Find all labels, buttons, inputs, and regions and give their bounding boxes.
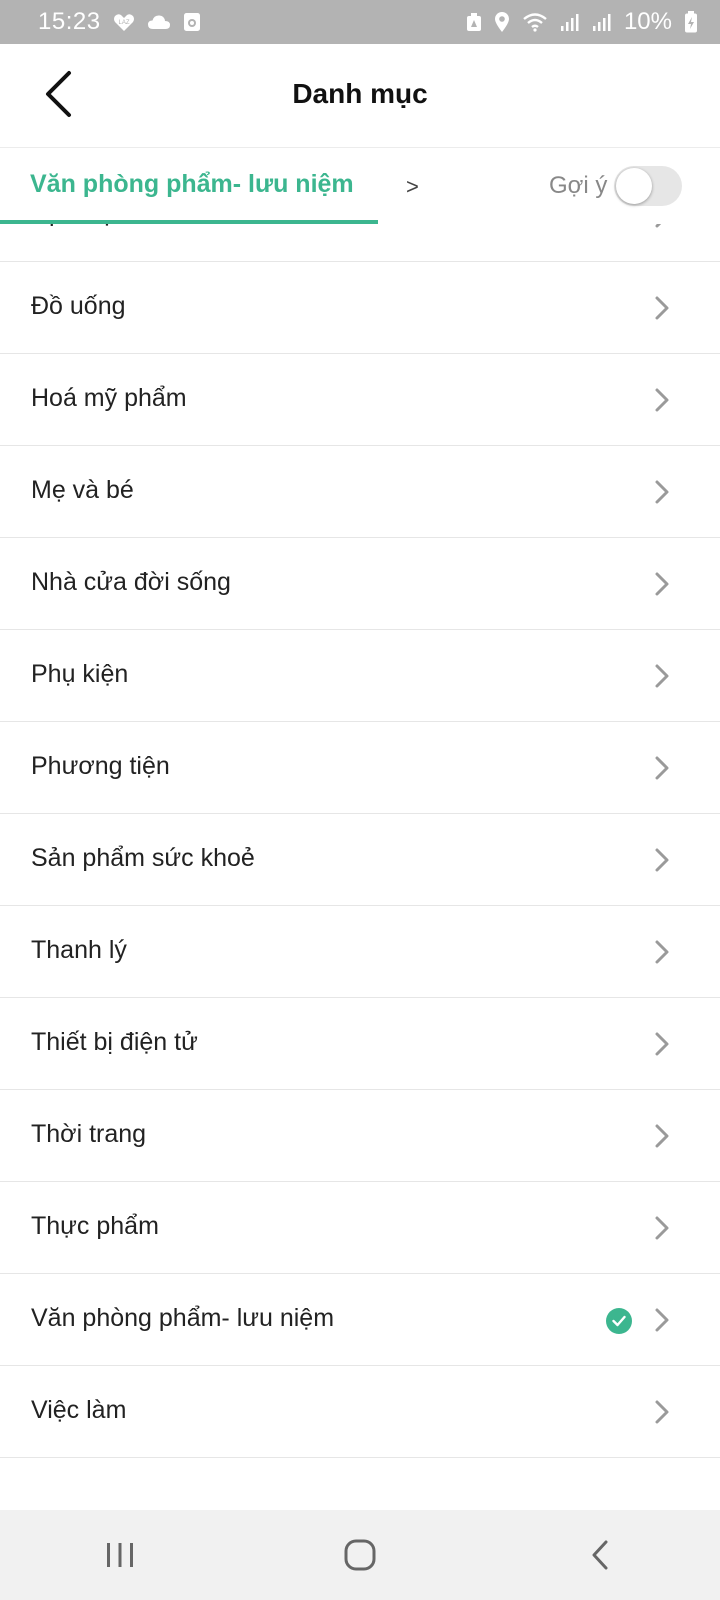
category-item[interactable]: Sản phẩm sức khoẻ [0,814,720,906]
category-item[interactable]: Hoá mỹ phẩm [0,354,720,446]
back-icon [592,1540,608,1570]
breadcrumb: Văn phòng phẩm- lưu niệm > Gợi ý [0,148,720,224]
signal-icon [560,12,580,32]
category-item[interactable]: Dịch vụ [0,224,720,262]
category-label: Sản phẩm sức khoẻ [31,844,255,872]
category-label: Thời trang [31,1120,147,1148]
suggest-toggle-knob [616,168,652,204]
chevron-right-icon [652,846,672,874]
status-right: 10% [466,8,698,36]
battery-charging-icon [684,11,698,33]
chevron-right-icon [652,938,672,966]
category-label: Thiết bị điện tử [31,1028,198,1056]
chevron-right-icon [652,1214,672,1242]
category-label: Phương tiện [31,752,170,780]
category-item[interactable]: Mẹ và bé [0,446,720,538]
chevron-right-icon [652,224,672,230]
chevron-right-icon [652,754,672,782]
category-item[interactable]: Thực phẩm [0,1182,720,1274]
chevron-right-icon [652,386,672,414]
home-button[interactable] [320,1525,400,1585]
chevron-right-icon [652,478,672,506]
category-label: Việc làm [31,1396,127,1424]
category-item[interactable]: Việc làm [0,1366,720,1458]
home-icon [344,1539,376,1571]
lazada-icon: LAZ [113,12,135,32]
signal-icon [592,12,612,32]
category-list-viewport[interactable]: Dịch vụ Đồ uống Hoá mỹ phẩm Mẹ và bé Nhà cửa… [0,224,720,1510]
category-list: Dịch vụ Đồ uống Hoá mỹ phẩm Mẹ và bé Nhà cửa… [0,224,720,1458]
app-header: Danh mục [0,44,720,148]
suggest-label: Gợi ý [549,172,608,199]
category-label: Nhà cửa đời sống [31,568,231,596]
chevron-right-icon [652,1398,672,1426]
system-nav-bar [0,1510,720,1600]
category-item[interactable]: Phương tiện [0,722,720,814]
selected-check-icon [606,1308,632,1334]
category-item[interactable]: Phụ kiện [0,630,720,722]
chevron-right-icon [652,1306,672,1334]
status-time: 15:23 [38,8,101,35]
battery-percent: 10% [623,8,672,35]
category-item[interactable]: Nhà cửa đời sống [0,538,720,630]
alarm-icon [466,12,482,32]
suggest-toggle[interactable] [614,166,682,206]
chevron-right-icon [652,294,672,322]
breadcrumb-active-category[interactable]: Văn phòng phẩm- lưu niệm [30,170,354,199]
location-icon [494,11,510,33]
category-label: Thực phẩm [31,1212,159,1240]
system-back-button[interactable] [560,1525,640,1585]
chevron-right-icon [652,570,672,598]
category-label: Dịch vụ [31,224,114,229]
category-label: Mẹ và bé [31,476,134,504]
category-label: Thanh lý [31,936,127,964]
recent-apps-button[interactable] [80,1525,160,1585]
chevron-right-icon [652,662,672,690]
category-label: Đồ uống [31,292,126,320]
cloud-icon [147,14,171,30]
status-bar: 15:23 LAZ 10% [0,0,720,44]
status-left: 15:23 LAZ [38,8,201,36]
svg-text:LAZ: LAZ [118,20,129,26]
recent-apps-icon [107,1543,133,1567]
category-item[interactable]: Đồ uống [0,262,720,354]
camera-app-icon [183,12,201,32]
category-label: Hoá mỹ phẩm [31,384,187,412]
wifi-icon [522,12,548,32]
breadcrumb-separator: > [406,174,419,199]
category-item[interactable]: Văn phòng phẩm- lưu niệm [0,1274,720,1366]
category-label: Văn phòng phẩm- lưu niệm [31,1304,335,1332]
chevron-right-icon [652,1122,672,1150]
category-item[interactable]: Thiết bị điện tử [0,998,720,1090]
page-title: Danh mục [292,78,428,109]
category-item[interactable]: Thời trang [0,1090,720,1182]
chevron-right-icon [652,1030,672,1058]
category-label: Phụ kiện [31,660,129,688]
category-item[interactable]: Thanh lý [0,906,720,998]
